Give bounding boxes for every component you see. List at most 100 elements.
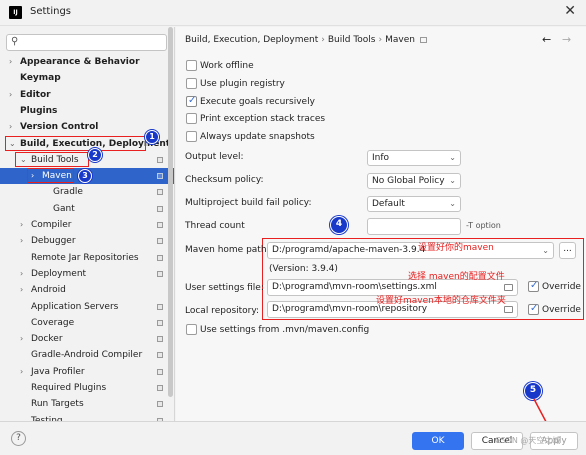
sidebar-item-label: Android [31, 285, 66, 296]
breadcrumb-maven: Maven [385, 35, 415, 45]
step-badge-3: 3 [78, 169, 92, 183]
chevron-down-icon[interactable]: ⌄ [9, 136, 16, 152]
sidebar-item-android[interactable]: › Android [0, 282, 174, 298]
maven-home-label: Maven home path: [185, 245, 270, 255]
search-icon: ⚲ [11, 36, 19, 47]
sidebar-item-gradle[interactable]: Gradle [0, 184, 174, 200]
sidebar-item-label: Required Plugins [31, 383, 107, 393]
sidebar-scrollbar[interactable] [168, 27, 173, 397]
project-scope-icon [157, 401, 163, 408]
chevron-down-icon: ⌄ [449, 199, 456, 208]
project-scope-icon [157, 156, 163, 163]
thread-count-input[interactable] [367, 218, 461, 235]
user-settings-label: User settings file: [185, 283, 264, 293]
sidebar-item-java-profiler[interactable]: › Java Profiler [0, 364, 174, 380]
project-scope-icon [157, 336, 163, 343]
chevron-right-icon[interactable]: › [20, 364, 23, 380]
breadcrumb-build-execution[interactable]: Build, Execution, Deployment [185, 35, 318, 45]
breadcrumb-build-tools[interactable]: Build Tools [328, 35, 376, 45]
sidebar-item-run-targets[interactable]: Run Targets [0, 396, 174, 412]
sidebar-item-label: Gradle [53, 187, 83, 198]
sidebar-item-testing[interactable]: Testing [0, 413, 174, 421]
sidebar-item-label: Remote Jar Repositories [31, 252, 139, 263]
project-scope-icon [157, 189, 163, 196]
back-arrow-icon[interactable]: ← [542, 33, 551, 46]
sidebar-item-label: Version Control [20, 122, 99, 133]
sidebar-item-label: Docker [31, 334, 63, 345]
project-scope-icon [157, 385, 163, 391]
sidebar-item-plugins[interactable]: Plugins [0, 103, 174, 119]
sidebar-item-coverage[interactable]: Coverage [0, 315, 174, 331]
maven-home-select[interactable]: D:/programd/apache-maven-3.9.4 ⌄ [267, 242, 554, 259]
sidebar-item-label: Editor [20, 89, 51, 100]
sidebar-item-gant[interactable]: Gant [0, 201, 174, 217]
sidebar-item-label: Application Servers [31, 301, 119, 312]
chevron-right-icon[interactable]: › [31, 168, 34, 184]
sidebar-item-label: Deployment [31, 268, 87, 279]
sidebar-item-label: Maven [42, 171, 72, 182]
chevron-down-icon[interactable]: ⌄ [20, 152, 27, 168]
thread-count-hint: -T option [466, 221, 501, 230]
chevron-right-icon[interactable]: › [20, 331, 23, 347]
window-title: Settings [30, 6, 72, 17]
multiproject-fail-policy-select[interactable]: Default ⌄ [367, 196, 461, 212]
sidebar-item-keymap[interactable]: Keymap [0, 70, 174, 86]
chevron-right-icon[interactable]: › [9, 87, 12, 103]
sidebar-item-label: Gant [53, 203, 75, 214]
browse-button[interactable]: ... [559, 242, 576, 259]
sidebar-item-debugger[interactable]: › Debugger [0, 233, 174, 249]
search-input[interactable]: ⚲ [6, 34, 167, 51]
chevron-right-icon[interactable]: › [20, 217, 23, 233]
folder-icon[interactable] [504, 284, 513, 291]
breadcrumb: Build, Execution, Deployment › Build Tools… [185, 35, 427, 45]
output-level-select[interactable]: Info ⌄ [367, 150, 461, 166]
ok-button[interactable]: OK [412, 432, 464, 450]
sidebar-item-label: Coverage [31, 317, 75, 328]
sidebar-item-deployment[interactable]: › Deployment [0, 266, 174, 282]
close-icon[interactable]: ✕ [564, 3, 576, 19]
annotation-settings-file: 选择 maven的配置文件 [408, 272, 505, 282]
app-icon: IJ [9, 6, 22, 19]
project-scope-icon [157, 222, 163, 228]
project-scope-icon [157, 319, 163, 326]
chevron-right-icon[interactable]: › [9, 54, 12, 70]
sidebar-item-label: Run Targets [31, 399, 84, 410]
step-badge-4: 4 [330, 216, 348, 234]
sidebar-item-docker[interactable]: › Docker [0, 331, 174, 347]
sidebar-item-gradle-android-compiler[interactable]: Gradle-Android Compiler [0, 347, 174, 363]
step-badge-1: 1 [145, 130, 159, 144]
sidebar-item-application-servers[interactable]: Application Servers [0, 299, 174, 315]
chevron-down-icon: ⌄ [449, 176, 456, 185]
step-badge-2: 2 [88, 148, 102, 162]
sidebar-item-remote-jar-repositories[interactable]: Remote Jar Repositories [0, 250, 174, 266]
folder-icon[interactable] [504, 306, 513, 313]
title-bar: IJ Settings ✕ [0, 0, 586, 26]
chevron-down-icon: ⌄ [449, 153, 456, 162]
thread-count-label: Thread count [185, 221, 245, 231]
help-button[interactable]: ? [11, 431, 26, 446]
output-level-label: Output level: [185, 152, 244, 162]
sidebar-item-label: Java Profiler [31, 366, 85, 377]
project-scope-icon [157, 254, 163, 261]
project-scope-icon [157, 205, 163, 212]
project-scope-icon [157, 368, 163, 375]
chevron-right-icon[interactable]: › [20, 282, 23, 298]
sidebar-item-compiler[interactable]: › Compiler [0, 217, 174, 233]
project-scope-icon [157, 352, 163, 359]
checksum-policy-label: Checksum policy: [185, 175, 264, 185]
project-scope-icon [157, 238, 163, 245]
project-scope-icon [419, 36, 427, 43]
checksum-policy-select[interactable]: No Global Policy ⌄ [367, 173, 461, 189]
chevron-right-icon[interactable]: › [20, 233, 23, 249]
chevron-right-icon[interactable]: › [9, 119, 12, 135]
maven-version-text: (Version: 3.9.4) [269, 264, 338, 274]
sidebar-item-required-plugins[interactable]: Required Plugins [0, 380, 174, 396]
sidebar-item-label: Plugins [20, 105, 58, 116]
watermark-text: CSDN @天空之城 [495, 436, 561, 445]
sidebar-item-editor[interactable]: › Editor [0, 87, 174, 103]
project-scope-icon [157, 303, 163, 310]
sidebar-item-label: Testing [31, 415, 63, 421]
forward-arrow-icon[interactable]: → [562, 33, 571, 46]
sidebar-item-appearance-behavior[interactable]: › Appearance & Behavior [0, 54, 174, 70]
chevron-right-icon[interactable]: › [20, 266, 23, 282]
